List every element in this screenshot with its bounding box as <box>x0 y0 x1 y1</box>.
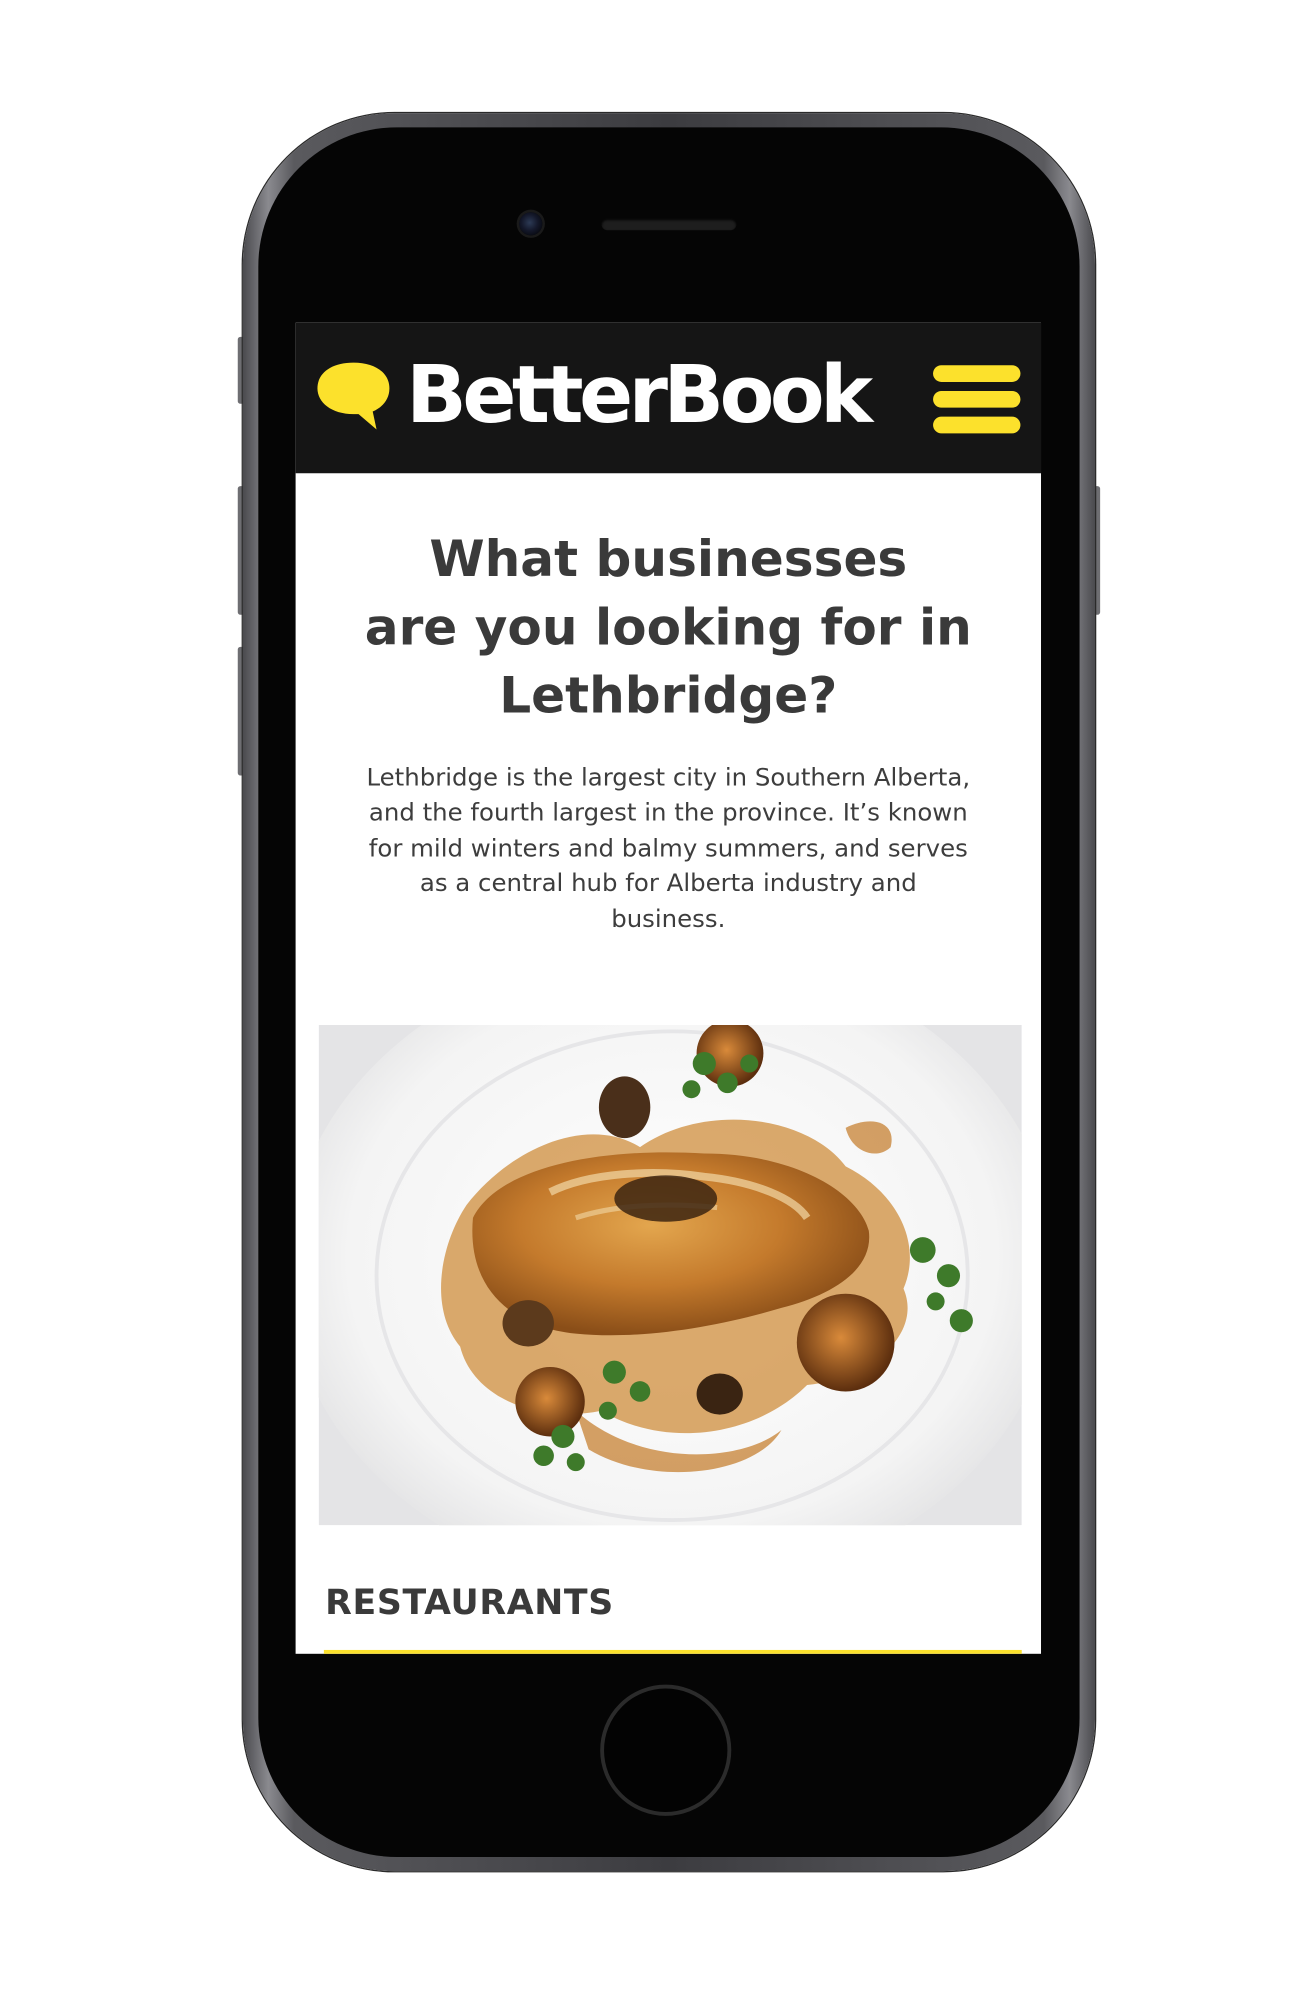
phone-screen: BetterBook What businesses are you looki… <box>295 322 1042 1654</box>
menu-bar <box>933 390 1021 408</box>
menu-bar <box>933 416 1021 434</box>
intro-line: for mild winters and balmy summers, and … <box>368 834 968 863</box>
restaurant-category-image[interactable] <box>318 1024 1022 1526</box>
intro-paragraph: Lethbridge is the largest city in Southe… <box>314 761 1023 937</box>
intro-line: business. <box>611 904 726 934</box>
intro-line: as a central hub for Alberta industry an… <box>419 869 917 898</box>
category-title-restaurants[interactable]: RESTAURANTS <box>325 1578 614 1629</box>
intro-line: and the fourth largest in the province. … <box>368 799 968 828</box>
device-mockup: BetterBook What businesses are you looki… <box>0 0 1316 2010</box>
speech-bubble-icon[interactable] <box>315 360 392 432</box>
home-button[interactable] <box>600 1684 732 1816</box>
front-camera <box>519 212 543 236</box>
hamburger-menu-icon[interactable] <box>933 365 1021 437</box>
menu-bar <box>933 365 1021 382</box>
title-line: Lethbridge? <box>499 667 838 726</box>
title-line: are you looking for in <box>364 599 972 658</box>
page-title: What businesses are you looking for in L… <box>321 526 1015 730</box>
intro-line: Lethbridge is the largest city in Southe… <box>366 763 971 793</box>
earpiece-speaker <box>601 218 737 231</box>
brand-logo-text[interactable]: BetterBook <box>406 346 873 444</box>
site-header: BetterBook <box>295 322 1042 474</box>
category-underline <box>323 1649 1022 1654</box>
title-line: What businesses <box>429 531 908 589</box>
